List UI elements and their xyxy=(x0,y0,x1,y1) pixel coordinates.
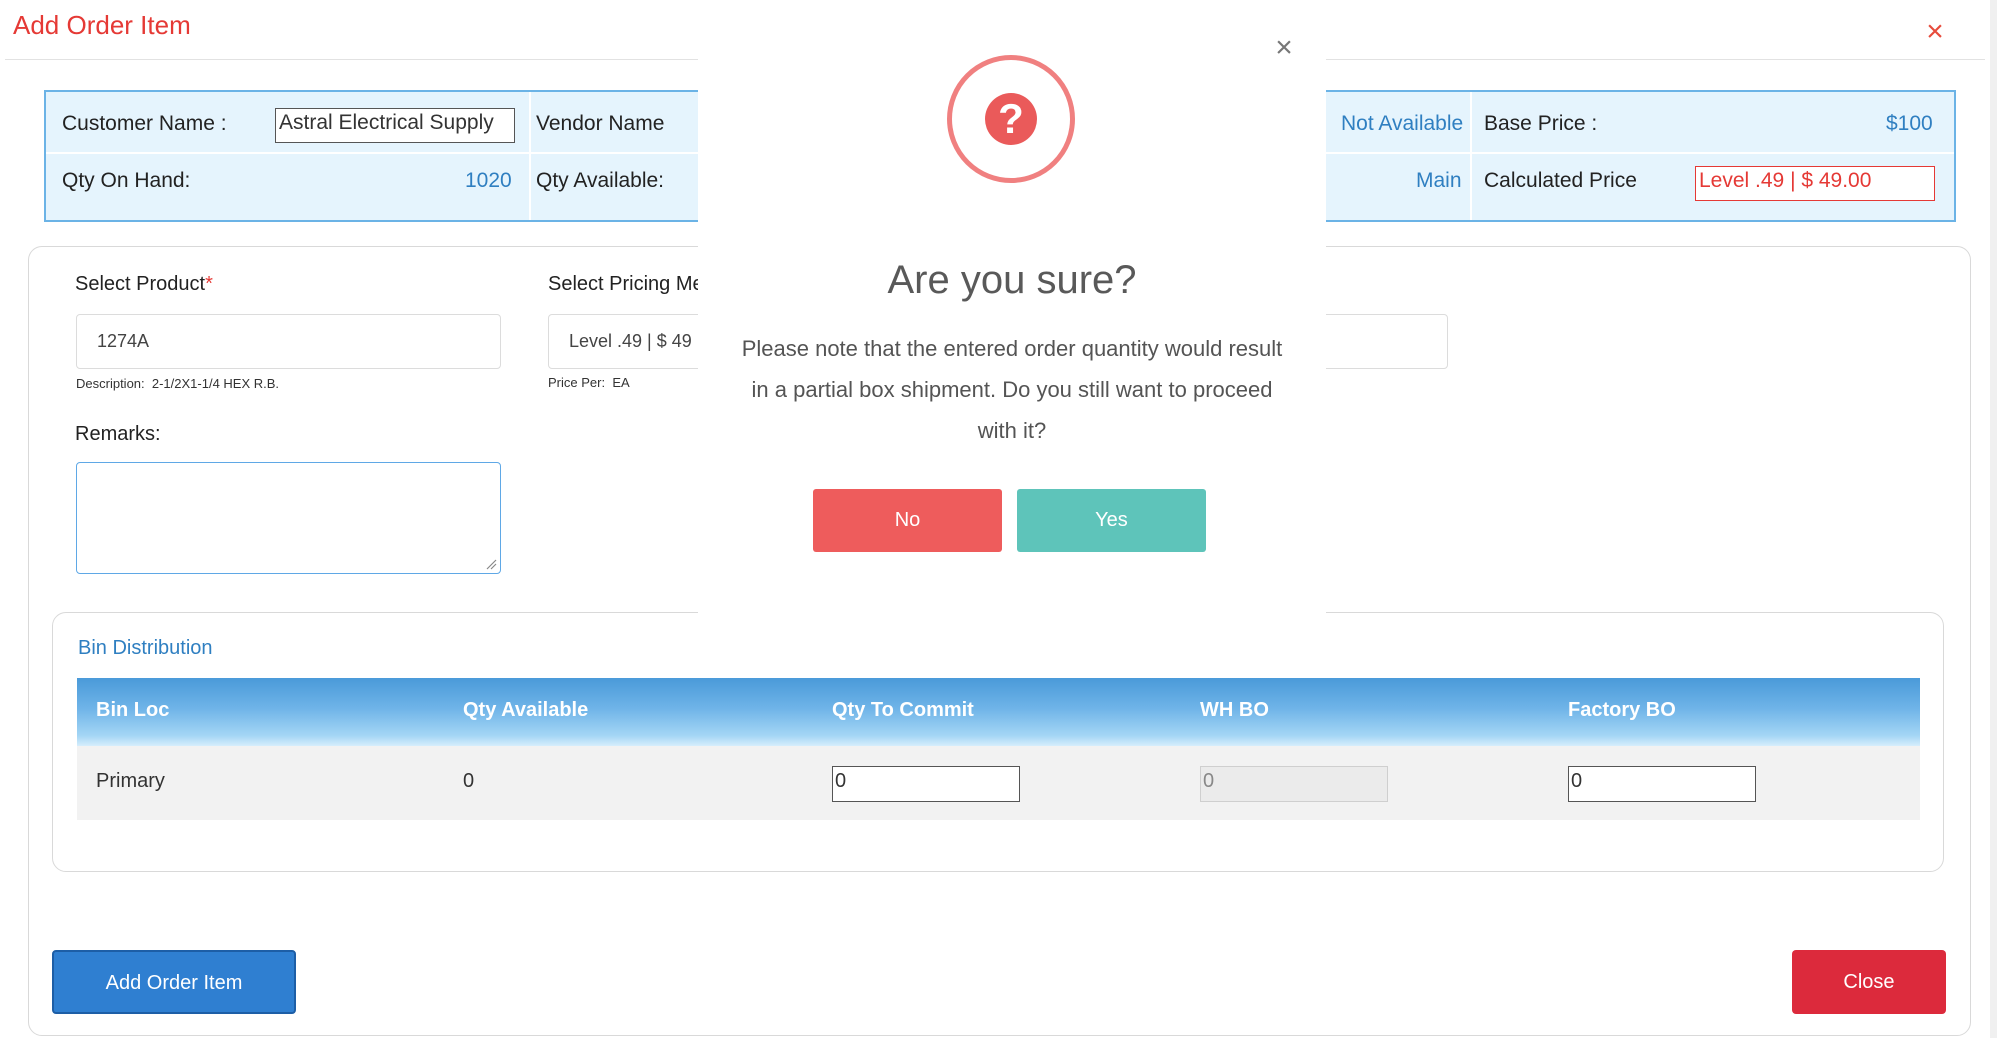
dialog-title: Add Order Item xyxy=(13,10,191,40)
column-header-factory-bo: Factory BO xyxy=(1568,699,1676,721)
product-input[interactable]: 1274A xyxy=(76,314,501,369)
base-price-label: Base Price : xyxy=(1484,112,1598,135)
qty-on-hand-value: 1020 xyxy=(465,169,512,192)
customer-name-label: Customer Name : xyxy=(62,112,227,135)
dialog-close-icon[interactable]: × xyxy=(1915,12,1955,52)
qty-available-label: Qty Available: xyxy=(536,169,665,192)
add-order-item-button[interactable]: Add Order Item xyxy=(52,950,296,1014)
yes-button[interactable]: Yes xyxy=(1017,489,1206,552)
column-header-bin-loc: Bin Loc xyxy=(96,699,170,721)
pricing-method-label: Select Pricing Me xyxy=(548,273,704,295)
base-price-value: $100 xyxy=(1886,112,1933,135)
scrollbar-track xyxy=(1990,0,1997,1038)
qty-on-hand-label: Qty On Hand: xyxy=(62,169,191,192)
select-product-label: Select Product* xyxy=(75,273,213,295)
resize-handle-icon[interactable] xyxy=(485,558,497,570)
column-header-wh-bo: WH BO xyxy=(1200,699,1269,721)
vendor-name-value: Not Available xyxy=(1341,112,1464,135)
question-mark-glyph: ? xyxy=(985,93,1037,145)
table-row: Primary 0 0 0 0 xyxy=(77,746,1920,820)
close-button[interactable]: Close xyxy=(1792,950,1946,1014)
modal-title: Are you sure? xyxy=(887,258,1137,302)
remarks-textarea[interactable] xyxy=(76,462,501,574)
qty-available-cell: 0 xyxy=(463,770,475,792)
modal-message: Please note that the entered order quant… xyxy=(741,336,1283,443)
product-description: Description: 2-1/2X1-1/4 HEX R.B. xyxy=(76,376,280,391)
wh-bo-input: 0 xyxy=(1200,766,1388,802)
info-col-divider xyxy=(529,92,531,220)
no-button[interactable]: No xyxy=(813,489,1002,552)
price-per-note: Price Per: EA xyxy=(548,375,630,390)
factory-bo-input[interactable]: 0 xyxy=(1568,766,1756,802)
bin-distribution-title: Bin Distribution xyxy=(78,637,213,659)
column-header-qty-available: Qty Available xyxy=(463,699,589,721)
bin-table-header: Bin Loc Qty Available Qty To Commit WH B… xyxy=(77,678,1920,746)
remarks-label: Remarks: xyxy=(75,423,161,445)
qty-to-commit-input[interactable]: 0 xyxy=(832,766,1020,802)
info-col-divider xyxy=(1470,92,1472,220)
modal-close-icon[interactable]: × xyxy=(1262,26,1306,70)
vendor-name-label: Vendor Name xyxy=(536,112,665,135)
calculated-price-field[interactable]: Level .49 | $ 49.00 xyxy=(1695,166,1935,201)
column-header-qty-to-commit: Qty To Commit xyxy=(832,699,974,721)
question-circle-icon: ? xyxy=(947,55,1075,183)
required-mark: * xyxy=(205,273,213,295)
customer-name-field[interactable]: Astral Electrical Supply xyxy=(275,108,515,143)
calculated-price-label: Calculated Price xyxy=(1484,169,1637,192)
warehouse-value: Main xyxy=(1416,169,1462,192)
bin-loc-cell: Primary xyxy=(96,770,165,792)
